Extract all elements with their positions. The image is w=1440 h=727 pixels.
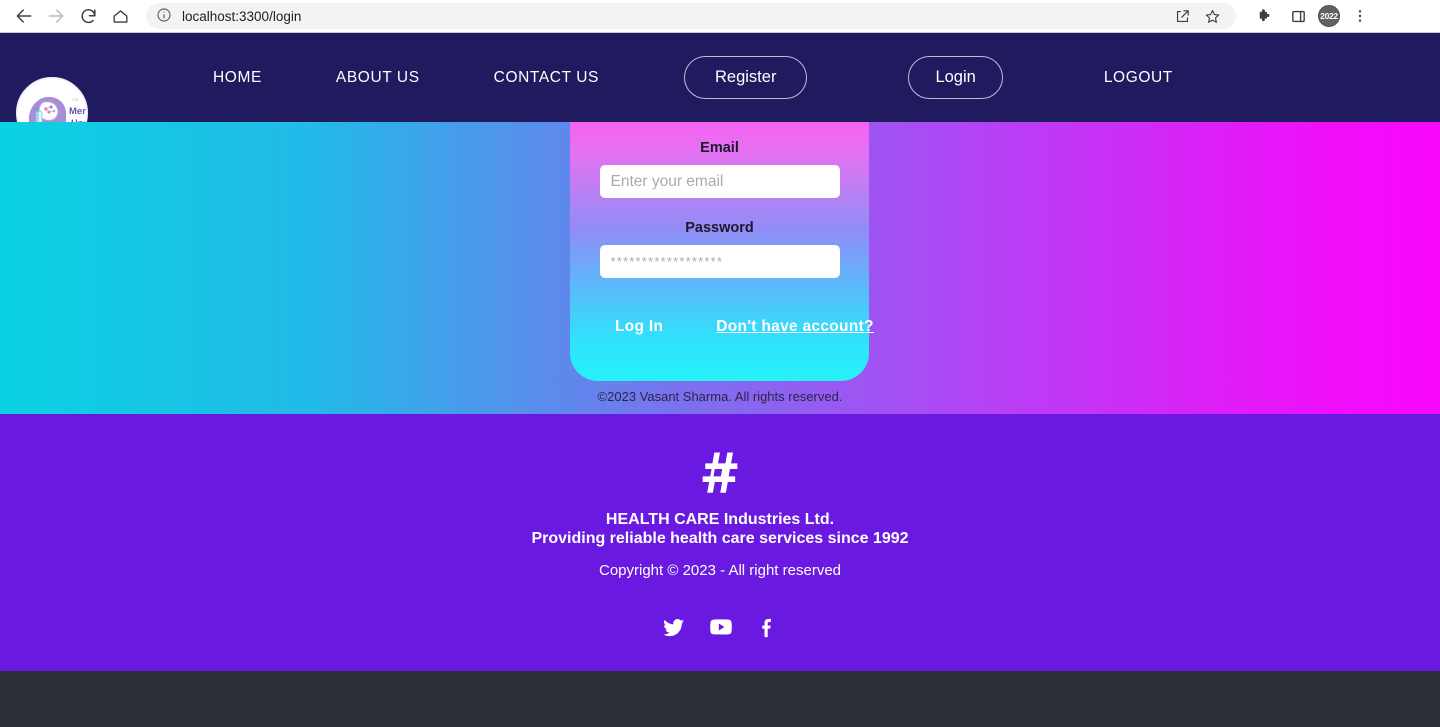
login-card-actions: Log In Don't have account? [570, 318, 874, 336]
site-navbar: mentalhealth THE Mental Health HOME ABOU… [0, 33, 1440, 149]
nav-link-about-us[interactable]: ABOUT US [336, 69, 420, 87]
site-footer: HEALTH CARE Industries Ltd. Providing re… [0, 414, 1440, 671]
log-in-submit-button[interactable]: Log In [615, 318, 663, 336]
three-dot-menu-icon[interactable] [1346, 2, 1374, 30]
side-panel-icon[interactable] [1284, 2, 1312, 30]
nav-link-home[interactable]: HOME [213, 69, 262, 87]
email-input[interactable] [599, 165, 840, 198]
puzzle-icon[interactable] [1250, 2, 1278, 30]
home-icon[interactable] [106, 2, 134, 30]
password-input[interactable] [599, 245, 840, 278]
site-info-icon[interactable] [156, 7, 174, 25]
dont-have-account-link[interactable]: Don't have account? [716, 318, 874, 336]
password-label: Password [685, 220, 754, 236]
browser-extension-icons: 2022 [1250, 2, 1374, 30]
hashtag-icon [694, 446, 746, 498]
address-bar-url: localhost:3300/login [182, 8, 302, 24]
login-button[interactable]: Login [908, 56, 1003, 99]
address-bar-actions [1168, 2, 1226, 30]
logout-link[interactable]: LOGOUT [1104, 69, 1173, 87]
footer-tagline: Providing reliable health care services … [531, 530, 909, 547]
youtube-icon[interactable] [708, 614, 734, 640]
address-bar[interactable]: localhost:3300/login [146, 3, 1236, 29]
nav-link-contact-us[interactable]: CONTACT US [494, 69, 599, 87]
footer-social-links [661, 614, 779, 640]
star-icon[interactable] [1198, 2, 1226, 30]
facebook-icon[interactable] [756, 616, 779, 639]
twitter-icon[interactable] [661, 615, 686, 640]
svg-text:Mental: Mental [69, 106, 86, 117]
register-button[interactable]: Register [684, 56, 808, 99]
hero-copyright-text: ©2023 Vasant Sharma. All rights reserved… [597, 389, 843, 404]
browser-toolbar: localhost:3300/login 2022 [0, 0, 1440, 33]
browser-nav-buttons [10, 2, 134, 30]
forward-arrow-icon[interactable] [42, 2, 70, 30]
footer-copyright: Copyright © 2023 - All right reserved [599, 562, 841, 579]
profile-avatar[interactable]: 2022 [1318, 5, 1340, 27]
back-arrow-icon[interactable] [10, 2, 38, 30]
page-bottom-area [0, 671, 1440, 727]
footer-company-name: HEALTH CARE Industries Ltd. [605, 511, 835, 528]
login-form-card: Email Password Log In Don't have account… [570, 122, 874, 381]
email-label: Email [700, 140, 739, 156]
reload-icon[interactable] [74, 2, 102, 30]
svg-text:THE: THE [71, 98, 79, 102]
share-icon[interactable] [1168, 2, 1196, 30]
navbar-links: HOME ABOUT US CONTACT US Register Login … [213, 56, 1173, 99]
hero-section: Email Password Log In Don't have account… [0, 122, 1440, 414]
